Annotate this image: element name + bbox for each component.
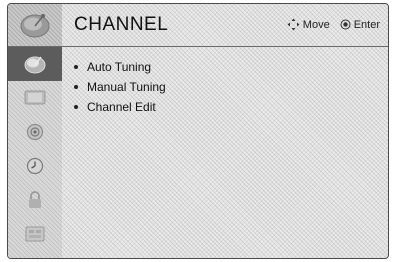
satellite-dish-icon [20, 14, 50, 38]
enter-hint: Enter [340, 19, 380, 31]
menu-item-channel-edit[interactable]: Channel Edit [74, 97, 166, 117]
tv-screen-icon [24, 90, 46, 105]
channel-menu-window: CHANNEL Move Enter Auto Tuning Manual Tu… [7, 3, 389, 259]
sidebar-item-channel[interactable] [8, 47, 62, 81]
sidebar-item-option[interactable] [8, 217, 62, 251]
speaker-icon [26, 123, 44, 141]
sidebar [8, 47, 62, 258]
bullet-icon [74, 65, 78, 69]
menu-header: CHANNEL Move Enter [8, 4, 388, 46]
menu-item-label: Auto Tuning [87, 60, 152, 74]
menu-item-label: Channel Edit [87, 100, 156, 114]
clock-icon [26, 157, 44, 175]
sidebar-item-lock[interactable] [8, 183, 62, 217]
bullet-icon [74, 105, 78, 109]
enter-dot-icon [340, 19, 351, 30]
menu-item-manual-tuning[interactable]: Manual Tuning [74, 77, 166, 97]
channel-menu-list: Auto Tuning Manual Tuning Channel Edit [74, 57, 166, 117]
move-hint-label: Move [302, 18, 330, 31]
sidebar-item-audio[interactable] [8, 115, 62, 149]
satellite-dish-icon [24, 56, 46, 74]
sidebar-item-time[interactable] [8, 149, 62, 183]
options-icon [25, 226, 45, 242]
header-icon-box [8, 4, 62, 46]
bullet-icon [74, 85, 78, 89]
menu-item-auto-tuning[interactable]: Auto Tuning [74, 57, 166, 77]
lock-icon [29, 191, 41, 208]
page-title: CHANNEL [74, 14, 169, 35]
move-hint: Move [287, 18, 330, 31]
navigation-hints: Move Enter [277, 18, 380, 31]
menu-content: Auto Tuning Manual Tuning Channel Edit [62, 47, 388, 258]
move-arrows-icon [287, 18, 300, 31]
sidebar-item-picture[interactable] [8, 81, 62, 115]
enter-hint-label: Enter [353, 18, 380, 31]
menu-item-label: Manual Tuning [87, 80, 166, 94]
